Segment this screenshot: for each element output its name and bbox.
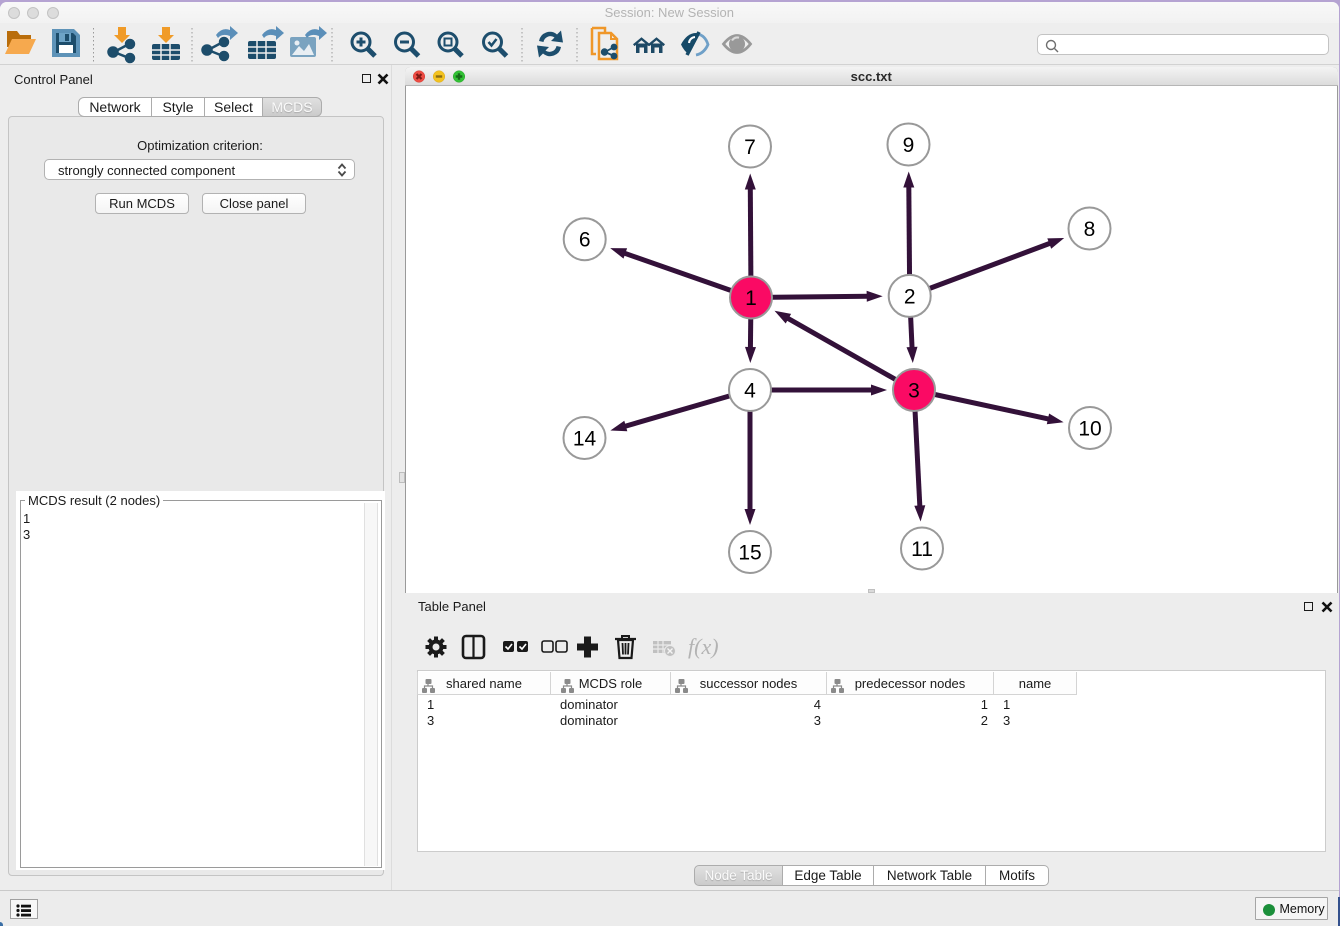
svg-text:3: 3 (908, 380, 920, 403)
svg-text:10: 10 (1078, 418, 1101, 441)
svg-text:7: 7 (744, 136, 756, 159)
svg-text:15: 15 (738, 542, 761, 565)
svg-text:9: 9 (903, 134, 915, 157)
svg-text:2: 2 (904, 285, 916, 308)
svg-text:6: 6 (579, 229, 591, 252)
svg-text:f(x): f(x) (688, 634, 719, 659)
svg-text:14: 14 (573, 428, 597, 451)
svg-text:4: 4 (744, 380, 756, 403)
svg-text:1: 1 (745, 287, 757, 310)
svg-text:8: 8 (1084, 218, 1096, 241)
svg-text:11: 11 (911, 538, 933, 561)
